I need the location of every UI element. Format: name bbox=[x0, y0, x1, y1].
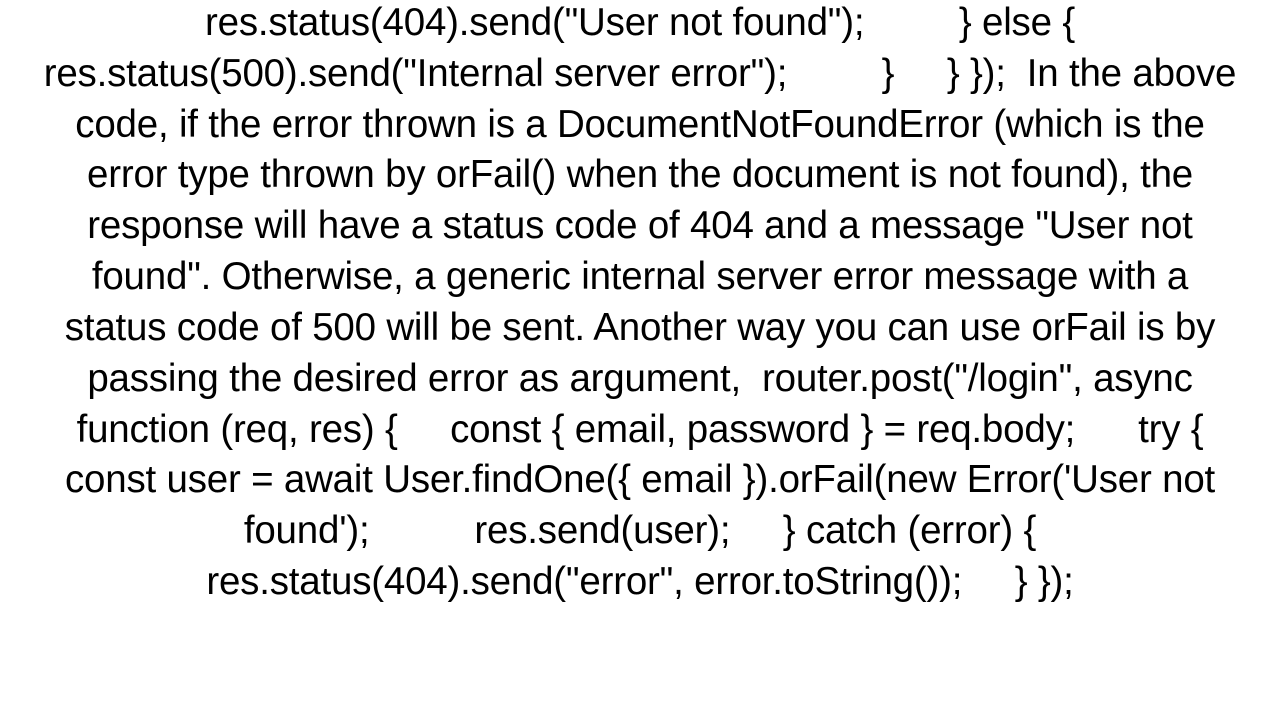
body-text: res.status(404).send("User not found"); … bbox=[40, 0, 1240, 608]
document-content: res.status(404).send("User not found"); … bbox=[0, 0, 1280, 720]
